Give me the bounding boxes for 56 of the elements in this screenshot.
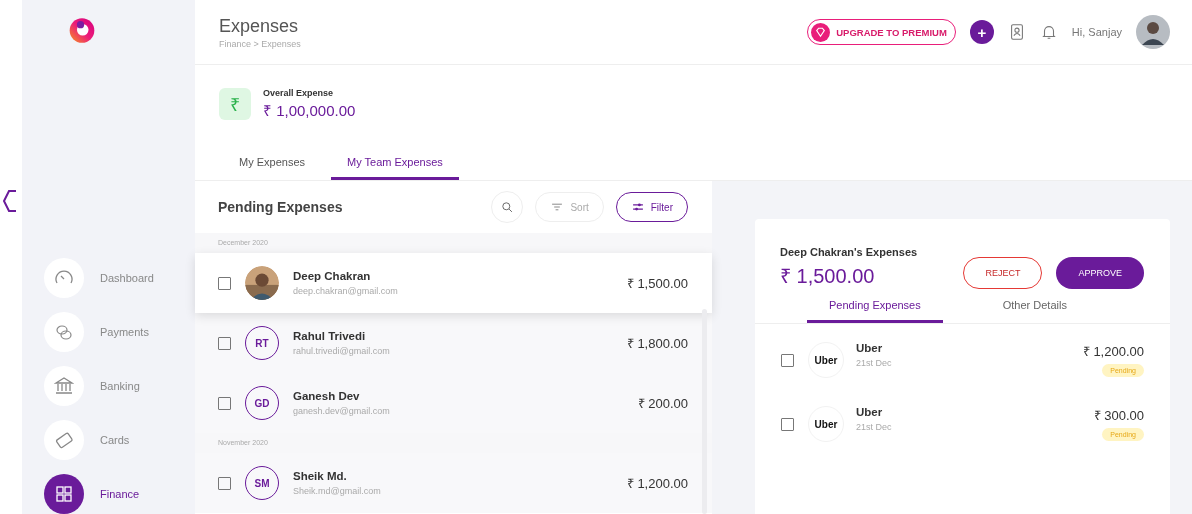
search-button[interactable]: [491, 191, 524, 223]
expense-row[interactable]: RT Rahul Trivedi rahul.trivedi@gmail.com ₹ 1,800.00: [195, 313, 712, 373]
person-name: Ganesh Dev: [293, 390, 361, 402]
person-email: ganesh.dev@gmail.com: [293, 406, 391, 416]
expense-date: 21st Dec: [856, 358, 893, 368]
upgrade-button[interactable]: UPGRADE TO PREMIUM: [807, 19, 956, 45]
page-title: Expenses: [219, 15, 300, 37]
person-email: deep.chakran@gmail.com: [293, 286, 399, 296]
expense-amount: ₹ 1,200.00: [1082, 343, 1144, 360]
person-email: rahul.trivedi@gmail.com: [293, 346, 391, 356]
checkbox[interactable]: [218, 276, 231, 290]
coins-icon: [54, 322, 74, 342]
expense-amount: ₹ 1,800.00: [626, 335, 688, 352]
merchant-name: Uber: [856, 406, 884, 418]
tab[interactable]: Pending Expenses: [807, 299, 943, 323]
tab[interactable]: My Expenses: [223, 156, 322, 180]
person-name: Deep Chakran: [293, 270, 372, 282]
checkbox[interactable]: [218, 396, 231, 410]
expense-amount: ₹ 300.00: [1093, 407, 1144, 424]
user-avatar[interactable]: [1136, 15, 1170, 49]
summary-label: Overall Expense: [263, 88, 335, 98]
expense-row[interactable]: SM Sheik Md. Sheik.md@gmail.com ₹ 1,200.00: [195, 453, 712, 513]
expense-row[interactable]: Deep Chakran deep.chakran@gmail.com ₹ 1,500.00: [195, 253, 712, 313]
bank-icon: [54, 376, 74, 396]
list-title: Pending Expenses: [218, 199, 343, 215]
detail-amount: ₹ 1,500.00: [780, 264, 876, 289]
user-greeting: Hi, Sanjay: [1071, 26, 1122, 38]
expense-date: 21st Dec: [856, 422, 893, 432]
expense-amount: ₹ 1,500.00: [626, 275, 688, 292]
nav-icon-circle[interactable]: [44, 474, 84, 514]
detail-title: Deep Chakran's Expenses: [780, 246, 918, 258]
expense-amount: ₹ 200.00: [637, 395, 688, 412]
checkbox[interactable]: [218, 476, 231, 490]
reject-button[interactable]: REJECT: [963, 257, 1043, 289]
add-button[interactable]: +: [969, 20, 994, 44]
person-name: Sheik Md.: [293, 470, 348, 482]
summary-amount: ₹ 1,00,000.00: [263, 101, 356, 120]
approve-button[interactable]: APPROVE: [1056, 257, 1144, 289]
person-email: Sheik.md@gmail.com: [293, 486, 382, 496]
filter-button[interactable]: Filter: [615, 192, 688, 222]
scrollbar[interactable]: [702, 309, 707, 514]
person-name: Rahul Trivedi: [293, 330, 367, 342]
checkbox[interactable]: [781, 418, 794, 431]
expense-row[interactable]: GD Ganesh Dev ganesh.dev@gmail.com ₹ 200.00: [195, 373, 712, 433]
tab[interactable]: My Team Expenses: [331, 156, 459, 180]
checkbox[interactable]: [218, 336, 231, 350]
rupee-icon: ₹: [219, 88, 251, 120]
chevron-icon[interactable]: [3, 189, 17, 213]
tab[interactable]: Other Details: [980, 299, 1089, 323]
expense-amount: ₹ 1,200.00: [626, 475, 688, 492]
merchant-name: Uber: [856, 342, 884, 354]
nav-label[interactable]: Finance: [100, 488, 140, 500]
grid-icon: [54, 484, 74, 504]
checkbox[interactable]: [781, 354, 794, 367]
card-icon: [54, 430, 74, 450]
search-icon: [500, 200, 515, 214]
